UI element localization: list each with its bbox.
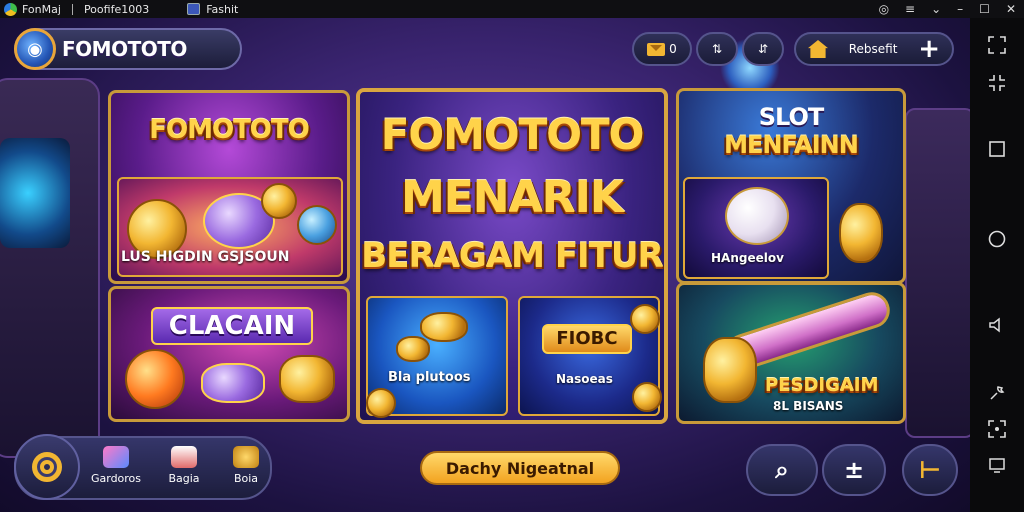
center-title-2: MENARIK [400, 172, 624, 223]
title-divider [71, 3, 73, 15]
gold-coin-icon [366, 388, 396, 418]
gold-coin-stack-icon [279, 355, 335, 403]
right-top-title-1: SLOT [758, 103, 825, 131]
app-subtitle: Poofife1003 [83, 2, 150, 16]
key-icon [233, 446, 259, 468]
app-title: FonMaj Poofife1003 [0, 2, 150, 16]
dropdown-icon[interactable]: ⌄ [931, 2, 941, 16]
right-top-title-2: MENFAINN [724, 131, 859, 159]
bottom-item-boia[interactable]: Boia [216, 446, 276, 485]
center-title-3: BERAGAM FITUR [361, 236, 663, 276]
tab-icon [187, 3, 201, 15]
bottom-item-label: Boia [233, 472, 259, 485]
app-name: FonMaj [22, 2, 61, 16]
panel-left-top-title: FOMOTOTO [149, 115, 310, 145]
blue-bottle-icon [297, 205, 337, 245]
bottom-item-label: Bagia [168, 472, 200, 485]
maximize-icon[interactable]: ☐ [979, 2, 990, 16]
tab-label: Fashit [206, 2, 239, 16]
transfer-icon: ⇅ [711, 42, 723, 56]
chef-icon [171, 446, 197, 468]
exit-icon: ⊢ [919, 456, 941, 484]
gold-coin-icon [261, 183, 297, 219]
gold-coin-icon [632, 382, 662, 412]
gold-coin-icon [839, 203, 883, 263]
mail-icon [647, 42, 666, 56]
center-sub-right-label: Nasoeas [556, 372, 613, 386]
bottom-item-label: Gardoros [90, 472, 142, 485]
white-chip-icon [725, 187, 789, 245]
circle-icon[interactable] [984, 226, 1010, 252]
center-sub-right-title: FIOBC [542, 324, 632, 354]
brand-title: FOMOTOTO [62, 37, 187, 61]
sun-coin-icon [125, 349, 185, 409]
transfer-button[interactable]: ⇅ [696, 32, 738, 66]
mail-button[interactable]: 0 [632, 32, 692, 66]
panel-left-top-caption: LUS HIGDIN GSJSOUN [121, 249, 290, 265]
expand-icon[interactable] [984, 32, 1010, 58]
gold-cannon-base-icon [703, 337, 757, 403]
brand-logo-icon: ◉ [14, 28, 56, 70]
gold-coin-icon [420, 312, 468, 342]
compress-icon[interactable] [984, 70, 1010, 96]
screen-icon[interactable] [984, 452, 1010, 478]
exit-button[interactable]: ⊢ [902, 444, 958, 496]
gold-coin-icon [396, 336, 430, 362]
ring-icon [32, 452, 62, 482]
menu-icon[interactable]: ≡ [905, 2, 915, 16]
right-bottom-title: PESDIGAIM [765, 375, 879, 396]
window-tab[interactable]: Fashit [187, 3, 238, 16]
bottom-item-bagia[interactable]: Bagia [154, 446, 214, 485]
app-logo-icon [4, 2, 17, 16]
home-label: Rebsefit [848, 42, 898, 56]
gold-coin-icon [630, 304, 660, 334]
home-icon [808, 40, 828, 58]
settings-icon[interactable] [984, 416, 1010, 442]
gift-icon [103, 446, 129, 468]
mail-count: 0 [669, 42, 677, 56]
right-bottom-caption: 8L BISANS [773, 399, 844, 413]
game-viewport: ◉ FOMOTOTO 0 ⇅ ⇵ Rebsefit + FOMOTOTO LUS… [0, 18, 970, 512]
right-top-caption: HAngeelov [711, 251, 784, 265]
emulator-sidebar [970, 18, 1024, 512]
sort-button[interactable]: ⇵ [742, 32, 784, 66]
volume-icon[interactable] [984, 312, 1010, 338]
plusminus-button[interactable]: ± [822, 444, 886, 496]
window-titlebar: FonMaj Poofife1003 Fashit ◎ ≡ ⌄ – ☐ ✕ [0, 0, 1024, 18]
arcade-cabinet-right [905, 108, 970, 438]
panel-left-bottom-title: CLACAIN [151, 307, 313, 345]
plusminus-icon: ± [843, 456, 865, 484]
brand-badge[interactable]: ◉ FOMOTOTO [14, 28, 242, 70]
minimize-icon[interactable]: – [957, 2, 963, 16]
panel-left-top[interactable]: FOMOTOTO LUS HIGDIN GSJSOUN [108, 90, 350, 284]
arcade-screen-left [0, 138, 70, 248]
record-icon[interactable]: ◎ [879, 2, 889, 16]
center-sub-left-label: Bla plutoos [388, 370, 471, 385]
center-title-1: FOMOTOTO [380, 110, 645, 159]
home-bar[interactable]: Rebsefit + [794, 32, 954, 66]
purple-chip-icon [201, 363, 265, 403]
panel-left-bottom[interactable]: CLACAIN [108, 286, 350, 422]
panel-center[interactable]: FOMOTOTO MENARIK BERAGAM FITUR Bla pluto… [356, 88, 668, 424]
arcade-cabinet-left [0, 78, 100, 458]
notice-button[interactable]: Dachy Nigeatnal [420, 451, 620, 485]
square-icon[interactable] [984, 136, 1010, 162]
panel-right-bottom[interactable]: PESDIGAIM 8L BISANS [676, 282, 906, 424]
bottom-item-gardoros[interactable]: Gardoros [86, 446, 146, 485]
search-button[interactable]: ⌕ [746, 444, 818, 496]
panel-right-top[interactable]: SLOT MENFAINN HAngeelov [676, 88, 906, 284]
search-icon: ⌕ [775, 456, 789, 484]
main-menu-button[interactable] [14, 434, 80, 500]
wrench-icon[interactable] [984, 380, 1010, 406]
add-icon[interactable]: + [918, 36, 940, 62]
close-icon[interactable]: ✕ [1006, 2, 1016, 16]
sort-icon: ⇵ [757, 42, 769, 56]
